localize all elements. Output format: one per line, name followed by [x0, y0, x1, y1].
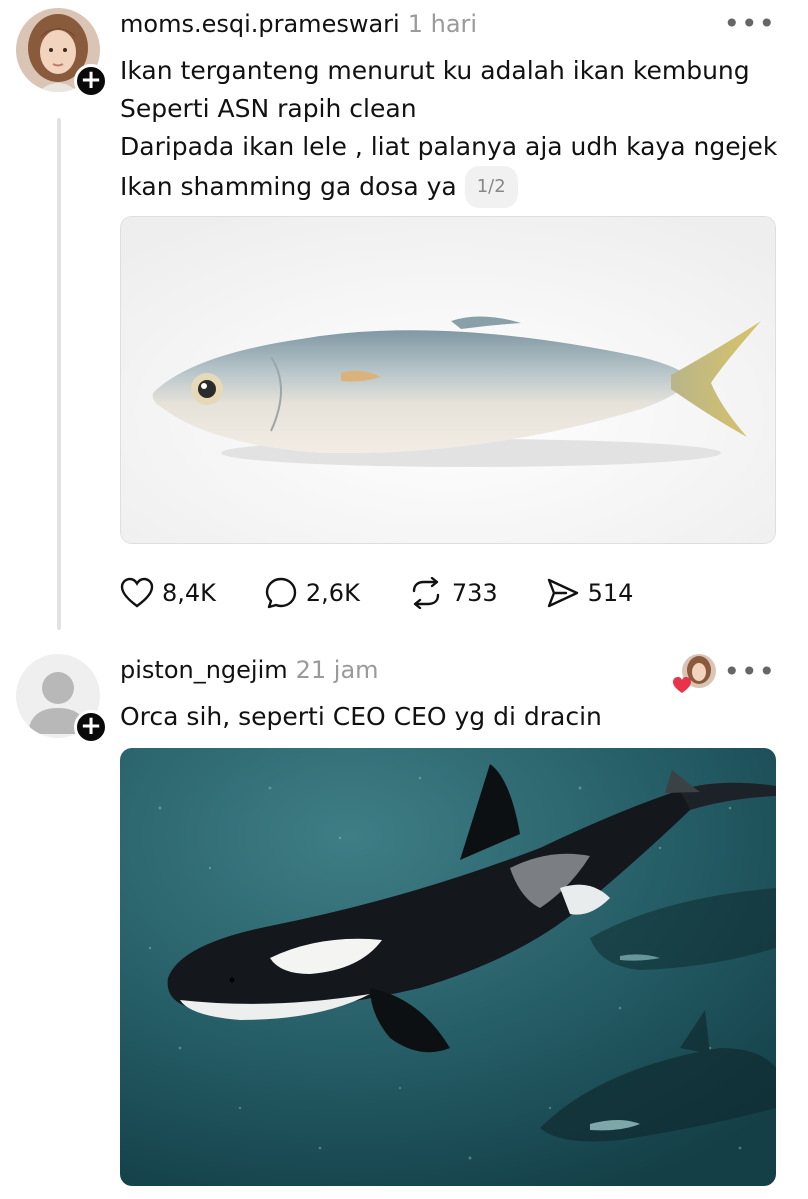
- follow-plus-icon[interactable]: +: [74, 64, 108, 98]
- mackerel-fish-image: [121, 217, 775, 543]
- post-line: Ikan shamming ga dosa ya 1/2: [120, 166, 777, 208]
- post-text: Ikan terganteng menurut ku adalah ikan k…: [120, 52, 777, 208]
- repost-button[interactable]: 733: [408, 577, 498, 609]
- post-image-orca[interactable]: [120, 748, 776, 1186]
- post-actions: 8,4K 2,6K 733 514: [120, 576, 681, 610]
- post-reply: + piston_ngejim 21 jam ••• Orca sih, sep…: [0, 650, 808, 1199]
- heart-icon: [120, 577, 154, 608]
- reply-header: piston_ngejim 21 jam: [120, 656, 379, 684]
- reply-username[interactable]: piston_ngejim: [120, 656, 288, 684]
- comment-button[interactable]: 2,6K: [264, 576, 360, 610]
- post-main: + moms.esqi.prameswari 1 hari ••• Ikan t…: [0, 0, 808, 640]
- post-line: Seperti ASN rapih clean: [120, 94, 417, 123]
- send-share-icon: [547, 578, 578, 608]
- more-dots-icon[interactable]: •••: [723, 10, 776, 38]
- reply-time: 21 jam: [295, 656, 379, 684]
- like-count: 8,4K: [162, 579, 216, 607]
- follow-plus-icon[interactable]: +: [74, 710, 108, 744]
- comment-count: 2,6K: [305, 579, 360, 607]
- post-image-mackerel[interactable]: [120, 216, 776, 544]
- reply-author-avatar[interactable]: +: [16, 654, 108, 744]
- share-button[interactable]: 514: [546, 577, 634, 609]
- reply-text: Orca sih, seperti CEO CEO yg di dracin: [120, 698, 602, 736]
- like-button[interactable]: 8,4K: [120, 577, 216, 609]
- thread-line: [57, 118, 61, 630]
- heart-filled-icon: [673, 677, 691, 693]
- author-username[interactable]: moms.esqi.prameswari: [120, 10, 400, 38]
- share-count: 514: [587, 579, 634, 607]
- more-dots-icon[interactable]: •••: [723, 658, 776, 686]
- reply-line: Orca sih, seperti CEO CEO yg di dracin: [120, 702, 602, 731]
- image-pager-badge: 1/2: [464, 166, 518, 208]
- author-liked-indicator: [673, 654, 716, 693]
- author-avatar[interactable]: +: [16, 8, 108, 98]
- orca-whales-image: [120, 748, 776, 1186]
- repost-count: 733: [451, 579, 498, 607]
- post-time: 1 hari: [407, 10, 478, 38]
- post-header: moms.esqi.prameswari 1 hari: [120, 10, 477, 38]
- post-line: Daripada ikan lele , liat palanya aja ud…: [120, 132, 778, 161]
- repost-icon: [412, 577, 440, 609]
- post-line: Ikan terganteng menurut ku adalah ikan k…: [120, 56, 750, 85]
- comment-bubble-icon: [265, 577, 297, 609]
